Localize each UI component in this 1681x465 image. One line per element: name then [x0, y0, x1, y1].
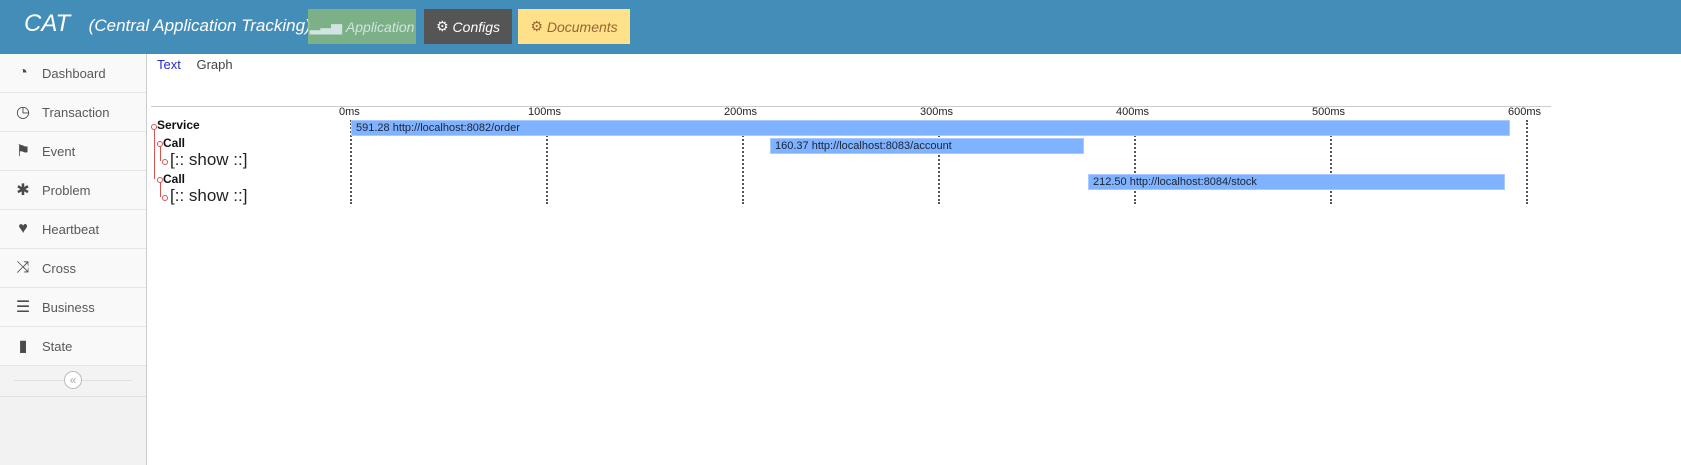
tree-connector — [160, 145, 161, 161]
sidebar-item-label: Problem — [42, 182, 91, 198]
sidebar-item-problem[interactable]: ✱ Problem — [0, 171, 146, 210]
brand-subtitle: (Central Application Tracking) — [88, 16, 311, 35]
configs-button[interactable]: ⚙ Configs — [424, 9, 512, 44]
brand[interactable]: CAT (Central Application Tracking) — [24, 10, 311, 38]
sidebar: ◔ Dashboard ◷ Transaction ⚑ Event ✱ Prob… — [0, 54, 147, 465]
tick-label: 600ms — [1508, 106, 1542, 118]
sidebar-collapse-row: « — [0, 366, 146, 397]
sidebar-item-transaction[interactable]: ◷ Transaction — [0, 93, 146, 132]
sidebar-item-label: Cross — [42, 260, 76, 276]
sidebar-item-state[interactable]: ▮ State — [0, 327, 146, 366]
random-icon: ⤨ — [16, 259, 30, 276]
application-button-label: Application — [345, 18, 415, 35]
tick-label: 0ms — [339, 106, 360, 118]
tree-connector — [154, 139, 155, 179]
show-toggle[interactable]: [:: show ::] — [170, 186, 247, 206]
clock-icon: ◷ — [16, 104, 30, 121]
gears-icon: ⚙ — [435, 18, 449, 34]
span-bar-order[interactable]: 591.28 http://localhost:8082/order — [351, 120, 1510, 136]
sidebar-item-business[interactable]: ☰ Business — [0, 288, 146, 327]
list-icon: ☰ — [15, 299, 31, 316]
sidebar-item-label: Transaction — [42, 104, 110, 120]
bug-icon: ✱ — [16, 182, 30, 199]
show-toggle[interactable]: [:: show ::] — [170, 150, 247, 170]
sidebar-item-event[interactable]: ⚑ Event — [0, 132, 146, 171]
gears-icon: ⚙ — [530, 18, 543, 34]
brand-name: CAT — [24, 10, 71, 37]
sidebar-item-label: Business — [42, 299, 95, 315]
sidebar-item-label: Heartbeat — [42, 221, 100, 237]
tick-label: 300ms — [920, 106, 954, 118]
flag-icon: ⚑ — [15, 143, 31, 160]
tick-label: 400ms — [1116, 106, 1150, 118]
view-tabs: Text Graph — [157, 57, 245, 72]
top-navbar: CAT (Central Application Tracking) ▂▃▅ A… — [0, 0, 1681, 54]
heart-icon: ♥ — [18, 220, 28, 237]
tree-node-call[interactable]: Call — [163, 172, 185, 186]
dashboard-icon: ◔ — [18, 64, 28, 81]
double-chevron-left-icon[interactable]: « — [64, 371, 82, 389]
sidebar-item-heartbeat[interactable]: ♥ Heartbeat — [0, 210, 146, 249]
gridline — [1526, 120, 1528, 204]
tick-label: 500ms — [1312, 106, 1346, 118]
configs-button-label: Configs — [452, 18, 501, 35]
span-bar-stock[interactable]: 212.50 http://localhost:8084/stock — [1088, 174, 1505, 190]
sidebar-item-label: Dashboard — [42, 65, 106, 81]
tree-node-call[interactable]: Call — [163, 136, 185, 150]
tab-text[interactable]: Text — [157, 57, 181, 72]
tab-graph[interactable]: Graph — [196, 57, 232, 72]
bar-chart-icon: ▮ — [18, 338, 28, 355]
sidebar-item-dashboard[interactable]: ◔ Dashboard — [0, 54, 146, 93]
documents-button[interactable]: ⚙ Documents — [518, 9, 630, 44]
tree-node-dot — [162, 159, 168, 165]
bar-chart-icon: ▂▃▅ — [309, 18, 342, 34]
tree-node-dot — [162, 195, 168, 201]
span-bar-account[interactable]: 160.37 http://localhost:8083/account — [770, 138, 1084, 154]
sidebar-item-label: Event — [42, 143, 76, 159]
sidebar-item-label: State — [42, 338, 73, 354]
tick-label: 200ms — [724, 106, 758, 118]
application-button[interactable]: ▂▃▅ Application — [308, 9, 416, 44]
tick-label: 100ms — [528, 106, 562, 118]
documents-button-label: Documents — [546, 18, 618, 35]
tree-connector — [160, 181, 161, 197]
sidebar-item-cross[interactable]: ⤨ Cross — [0, 249, 146, 288]
tree-node-service[interactable]: Service — [157, 118, 200, 132]
